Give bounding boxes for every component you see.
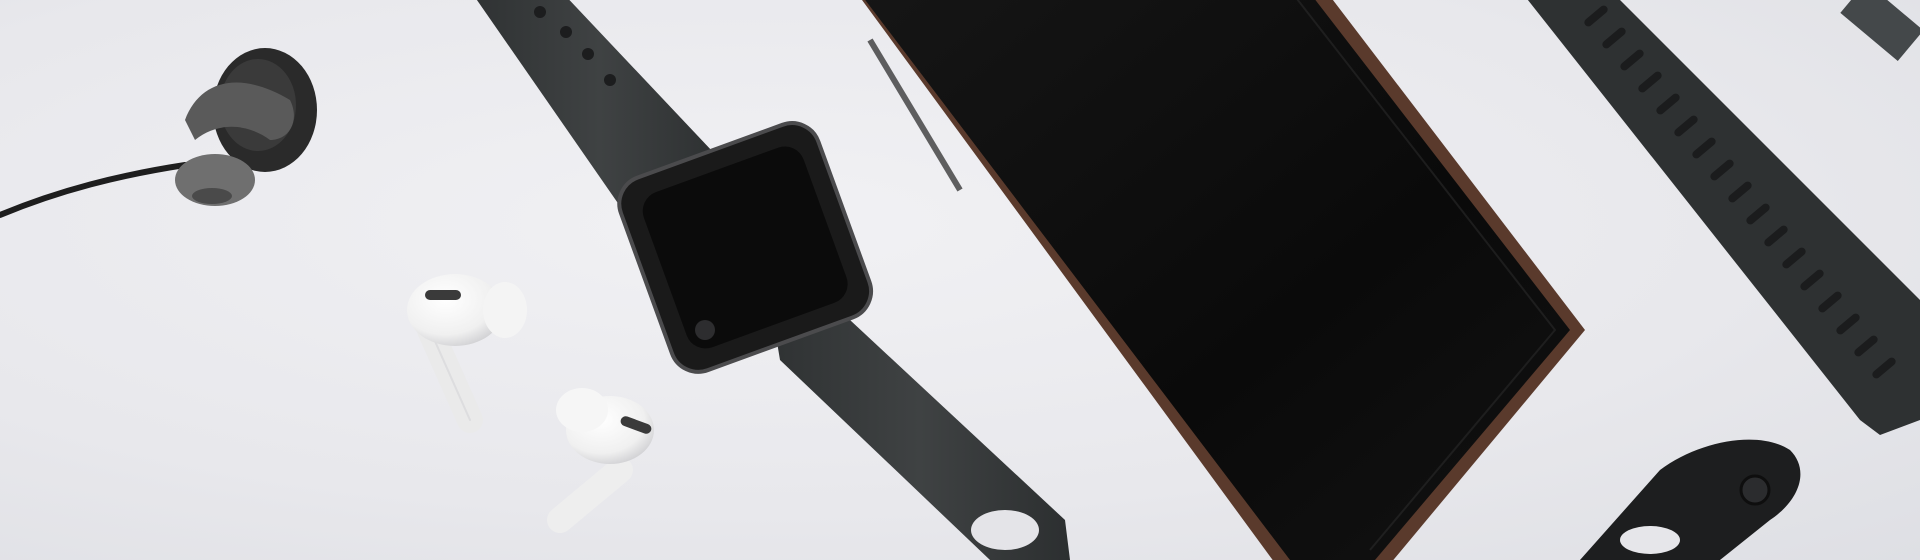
- strap-hole: [582, 48, 594, 60]
- band-body: [1527, 0, 1920, 435]
- clasp-body: [1580, 439, 1801, 560]
- earbud-stem: [547, 457, 633, 533]
- wireless-earbud-left: [407, 274, 527, 433]
- digital-crown: [695, 320, 715, 340]
- photo-canvas: [0, 0, 1920, 560]
- sport-watch-band: [1527, 0, 1920, 435]
- strap-hole: [604, 74, 616, 86]
- strap-hole: [560, 26, 572, 38]
- wireless-earbud-right: [547, 388, 654, 533]
- clasp-loop: [1620, 526, 1680, 554]
- earbud-tip: [556, 388, 608, 432]
- watch-band-clasp: [1580, 439, 1801, 560]
- product-photo: [0, 0, 1920, 560]
- band-connector: [1840, 0, 1920, 62]
- earphone-cable: [0, 162, 188, 218]
- wired-earphone: [0, 48, 317, 218]
- strap-loop: [971, 510, 1039, 550]
- clasp-pin: [1739, 474, 1771, 506]
- earbud-tip: [483, 282, 527, 338]
- earbud-mesh: [425, 290, 461, 300]
- strap-hole: [534, 6, 546, 18]
- band-vents: [1584, 5, 1896, 379]
